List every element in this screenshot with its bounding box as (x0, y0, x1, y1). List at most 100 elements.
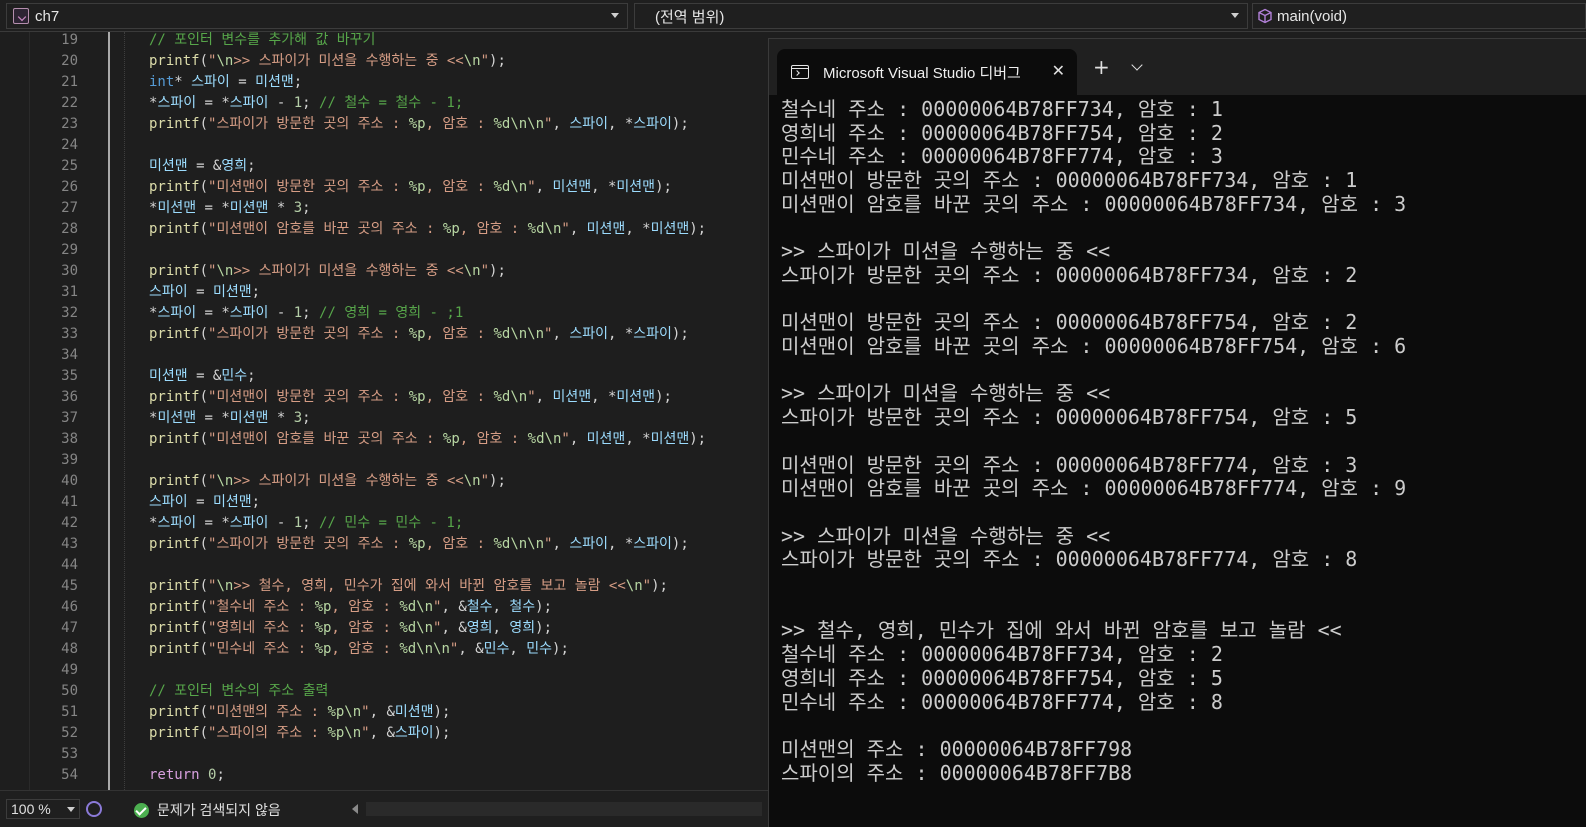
console-output-line: 스파이의 주소 : 00000064B78FF7B8 (781, 760, 1133, 785)
code-token: %d\n (493, 179, 528, 195)
code-line[interactable]: printf("미션맨의 주소 : %p\n", &미션맨); (149, 702, 450, 723)
code-line[interactable]: printf("\n>> 스파이가 미션을 수행하는 중 <<\n"); (149, 51, 506, 72)
code-token: ; (251, 284, 261, 300)
code-token: %p (408, 536, 426, 552)
code-line[interactable]: printf("\n>> 철수, 영희, 민수가 집에 와서 바뀐 암호를 보고… (149, 576, 668, 597)
code-line[interactable]: 스파이 = 미션맨; (149, 282, 260, 303)
code-token: " (561, 431, 570, 447)
code-token: ); (689, 431, 707, 447)
console-output-line: >> 철수, 영희, 민수가 집에 와서 바뀐 암호를 보고 놀람 << (781, 618, 1342, 643)
code-line[interactable]: *미션맨 = *미션맨 * 3; (149, 408, 311, 429)
code-token: printf (149, 221, 200, 237)
code-token: 철수 (509, 599, 536, 615)
console-output-line: 영희네 주소 : 00000064B78FF754, 암호 : 5 (781, 665, 1223, 690)
code-line[interactable]: int* 스파이 = 미션맨; (149, 72, 302, 93)
line-number: 51 (61, 704, 78, 720)
code-token: 미션맨 (157, 200, 197, 216)
code-line[interactable]: printf("\n>> 스파이가 미션을 수행하는 중 <<\n"); (149, 261, 506, 282)
code-token: ( (199, 179, 209, 195)
code-token: printf (149, 536, 200, 552)
console-output-line: 미션맨이 암호를 바꾼 곳의 주소 : 00000064B78FF774, 암호… (781, 476, 1407, 501)
outlining-bar[interactable] (108, 32, 110, 790)
line-number-gutter: 19 20 21 22 23 24 25 26 27 28 29 30 31 32 33 34 35 36 37 38… (30, 32, 88, 790)
code-line[interactable]: // 포인터 변수를 추가해 값 바꾸기 (149, 32, 375, 51)
zoom-dropdown[interactable]: 100 % (6, 799, 80, 819)
code-line[interactable]: 미션맨 = &영희; (149, 156, 256, 177)
code-token: 스파이 (394, 725, 434, 741)
code-line[interactable]: *미션맨 = *미션맨 * 3; (149, 198, 311, 219)
function-dropdown[interactable]: main(void) (1252, 3, 1586, 29)
code-line[interactable]: printf("미션맨이 방문한 곳의 주소 : %p, 암호 : %d\n",… (149, 177, 672, 198)
terminal-icon (791, 65, 809, 79)
code-token: = * (196, 95, 230, 111)
console-output-line: 미션맨이 방문한 곳의 주소 : 00000064B78FF734, 암호 : … (781, 168, 1358, 193)
code-token: "스파이가 방문한 곳의 주소 : (208, 326, 409, 342)
code-token: 미션맨 (212, 494, 252, 510)
code-token: = (187, 494, 213, 510)
code-lines[interactable]: // 포인터 변수를 추가해 값 바꾸기 printf("\n>> 스파이가 미션… (149, 32, 768, 790)
code-line[interactable]: printf("미션맨이 방문한 곳의 주소 : %p, 암호 : %d\n",… (149, 387, 672, 408)
code-line[interactable]: *스파이 = *스파이 - 1; // 철수 = 철수 - 1; (149, 93, 463, 114)
line-number: 52 (61, 725, 78, 741)
code-line[interactable]: *스파이 = *스파이 - 1; // 영희 = 영희 - ;1 (149, 303, 463, 324)
code-line[interactable]: printf("미션맨이 암호를 바꾼 곳의 주소 : %p, 암호 : %d\… (149, 219, 706, 240)
code-token: , * (591, 179, 617, 195)
line-number: 43 (61, 536, 78, 552)
code-token: 스파이 (569, 536, 608, 552)
code-token: " (480, 263, 490, 279)
chevron-down-icon[interactable] (1131, 59, 1143, 71)
check-circle-icon (134, 802, 149, 818)
glyph-margin[interactable] (8, 32, 30, 790)
code-line[interactable]: printf("스파이가 방문한 곳의 주소 : %p, 암호 : %d\n\n… (149, 114, 689, 135)
scroll-left-icon[interactable] (352, 804, 358, 814)
console-output-line: 민수네 주소 : 00000064B78FF774, 암호 : 8 (781, 689, 1223, 714)
code-token: "미션맨의 주소 : (208, 704, 328, 720)
code-token: , (569, 431, 587, 447)
code-token: 미션맨 (650, 221, 690, 237)
code-token: %d\n\n (493, 536, 545, 552)
scope-dropdown[interactable]: (전역 범위) (634, 3, 1248, 29)
code-line[interactable]: // 포인터 변수의 주소 출력 (149, 681, 328, 702)
horizontal-scrollbar[interactable] (366, 802, 762, 816)
code-line[interactable]: 미션맨 = &민수; (149, 366, 256, 387)
code-token: * (174, 74, 192, 90)
line-number: 21 (61, 74, 78, 90)
code-line[interactable]: printf("영희네 주소 : %p, 암호 : %d\n", &영희, 영희… (149, 618, 552, 639)
console-tab[interactable]: Microsoft Visual Studio 디버그 ✕ (777, 49, 1077, 95)
code-editor[interactable]: 19 20 21 22 23 24 25 26 27 28 29 30 31 32 33 34 35 36 37 38… (8, 32, 768, 790)
console-output-line: >> 스파이가 미션을 수행하는 중 << (781, 381, 1111, 406)
code-token: 미션맨 (255, 74, 294, 90)
new-tab-button[interactable]: + (1093, 55, 1110, 79)
code-token: ( (199, 536, 209, 552)
code-line[interactable]: return 0; (149, 765, 225, 786)
code-token: %d\n\n (493, 326, 545, 342)
console-output-line: >> 스파이가 미션을 수행하는 중 << (781, 523, 1111, 548)
line-number: 47 (61, 620, 78, 636)
code-token: "미션맨이 암호를 바꾼 곳의 주소 : (208, 431, 443, 447)
code-token: , * (607, 536, 634, 552)
code-token: ( (199, 221, 209, 237)
code-line[interactable]: printf("\n>> 스파이가 미션을 수행하는 중 <<\n"); (149, 471, 506, 492)
console-output-line: >> 스파이가 미션을 수행하는 중 << (781, 239, 1111, 264)
code-line[interactable]: printf("철수네 주소 : %p, 암호 : %d\n", &철수, 철수… (149, 597, 552, 618)
code-line[interactable]: printf("민수네 주소 : %p, 암호 : %d\n\n", &민수, … (149, 639, 569, 660)
code-token: ); (671, 326, 689, 342)
console-output[interactable]: 철수네 주소 : 00000064B78FF734, 암호 : 1 영희네 주소 … (781, 97, 1581, 817)
code-line[interactable]: *스파이 = *스파이 - 1; // 민수 = 민수 - 1; (149, 513, 463, 534)
code-token: %d\n (399, 599, 434, 615)
function-cube-icon (1258, 8, 1272, 24)
copilot-icon[interactable] (86, 801, 102, 817)
project-dropdown[interactable]: ch7 (6, 3, 628, 29)
code-line[interactable]: 스파이 = 미션맨; (149, 492, 260, 513)
close-icon[interactable]: ✕ (1052, 61, 1065, 81)
code-line[interactable]: printf("스파이가 방문한 곳의 주소 : %p, 암호 : %d\n\n… (149, 534, 689, 555)
code-line[interactable]: printf("스파이의 주소 : %p\n", &스파이); (149, 723, 450, 744)
code-token: , & (458, 641, 484, 657)
code-token: 스파이 (229, 515, 269, 531)
code-token: = * (196, 200, 230, 216)
issues-indicator[interactable]: 문제가 검색되지 않음 (134, 800, 281, 820)
code-line[interactable]: printf("스파이가 방문한 곳의 주소 : %p, 암호 : %d\n\n… (149, 324, 689, 345)
code-token: \n (216, 473, 234, 489)
code-line[interactable]: printf("미션맨이 암호를 바꾼 곳의 주소 : %p, 암호 : %d\… (149, 429, 706, 450)
